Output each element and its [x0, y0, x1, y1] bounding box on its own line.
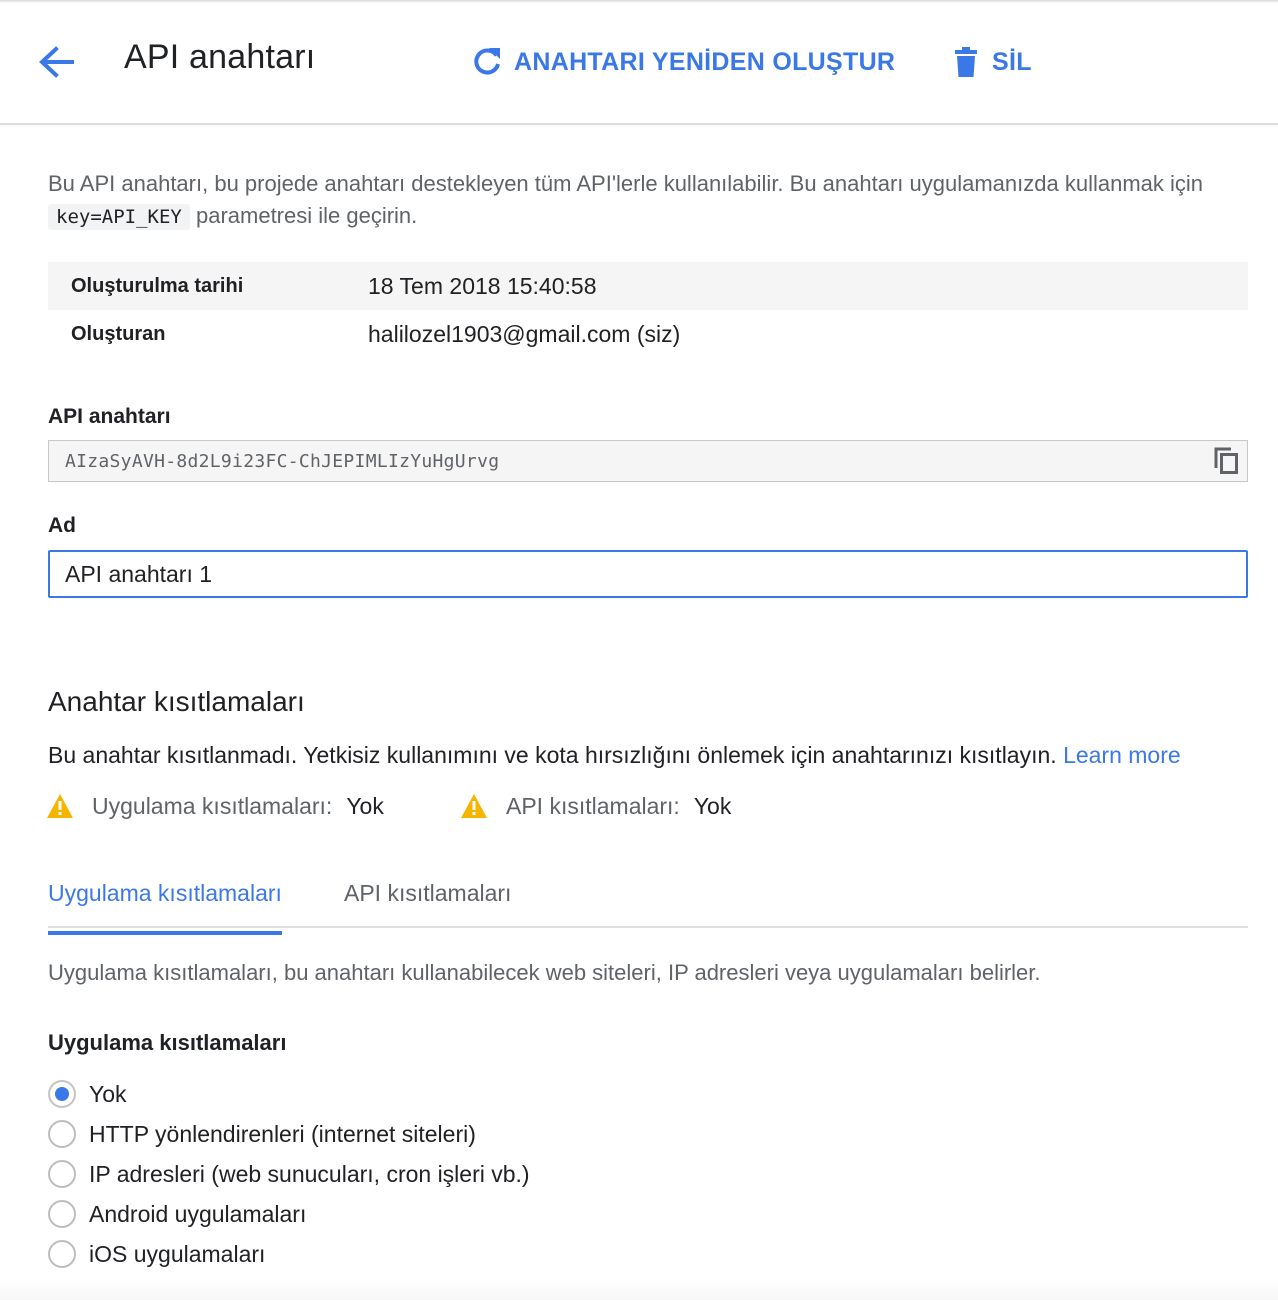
radio-button[interactable]	[48, 1120, 76, 1148]
created-label: Oluşturulma tarihi	[71, 274, 244, 297]
restriction-tabs: Uygulama kısıtlamaları API kısıtlamaları	[48, 862, 1248, 935]
radio-button[interactable]	[48, 1240, 76, 1268]
intro-text: Bu API anahtarı, bu projede anahtarı des…	[48, 168, 1238, 233]
app-restriction-status: Uygulama kısıtlamaları: Yok	[46, 790, 384, 822]
radio-label: IP adresleri (web sunucuları, cron işler…	[89, 1160, 530, 1187]
api-restriction-status: API kısıtlamaları: Yok	[460, 790, 731, 822]
refresh-icon	[474, 48, 500, 75]
intro-text-after: parametresi ile geçirin.	[195, 203, 418, 228]
back-button[interactable]	[34, 42, 78, 82]
app-restriction-value: Yok	[346, 792, 384, 819]
app-restrictions-group-title: Uygulama kısıtlamaları	[48, 1030, 287, 1055]
restrictions-title: Anahtar kısıtlamaları	[48, 686, 305, 717]
radio-label: Yok	[89, 1080, 127, 1107]
restrictions-note-text: Bu anahtar kısıtlanmadı. Yetkisiz kullan…	[48, 742, 1057, 768]
radio-option-android-apps[interactable]: Android uygulamaları	[48, 1194, 530, 1234]
api-restriction-label: API kısıtlamaları:	[506, 792, 680, 819]
trash-icon	[955, 47, 977, 77]
api-key-label: API anahtarı	[48, 405, 171, 428]
warning-icon	[461, 794, 487, 818]
copy-icon	[1214, 447, 1238, 474]
intro-code: key=API_KEY	[48, 204, 190, 230]
radio-option-ip-addresses[interactable]: IP adresleri (web sunucuları, cron işler…	[48, 1154, 530, 1194]
page-title: API anahtarı	[124, 38, 316, 76]
learn-more-link[interactable]: Learn more	[1063, 742, 1181, 768]
restrictions-note: Bu anahtar kısıtlanmadı. Yetkisiz kullan…	[48, 742, 1181, 769]
radio-option-ios-apps[interactable]: iOS uygulamaları	[48, 1234, 530, 1274]
radio-label: Android uygulamaları	[89, 1200, 307, 1227]
app-restrictions-description: Uygulama kısıtlamaları, bu anahtarı kull…	[48, 960, 1041, 985]
creator-row: Oluşturan halilozel1903@gmail.com (siz)	[48, 310, 1248, 358]
app-restrictions-radio-group: Yok HTTP yönlendirenleri (internet sitel…	[48, 1074, 530, 1274]
creator-value: halilozel1903@gmail.com (siz)	[368, 320, 681, 347]
key-metadata-table: Oluşturulma tarihi 18 Tem 2018 15:40:58 …	[48, 262, 1248, 358]
radio-option-none[interactable]: Yok	[48, 1074, 530, 1114]
created-row: Oluşturulma tarihi 18 Tem 2018 15:40:58	[48, 262, 1248, 310]
created-value: 18 Tem 2018 15:40:58	[368, 272, 597, 299]
radio-button[interactable]	[48, 1200, 76, 1228]
top-bar: API anahtarı ANAHTARI YENİDEN OLUŞTUR Sİ…	[0, 0, 1278, 125]
name-input[interactable]	[48, 550, 1248, 598]
radio-option-http-referrers[interactable]: HTTP yönlendirenleri (internet siteleri)	[48, 1114, 530, 1154]
warning-icon	[47, 794, 73, 818]
radio-label: HTTP yönlendirenleri (internet siteleri)	[89, 1120, 476, 1147]
tab-api-restrictions[interactable]: API kısıtlamaları	[344, 880, 511, 933]
tab-application-restrictions[interactable]: Uygulama kısıtlamaları	[48, 880, 282, 935]
radio-button-checked[interactable]	[48, 1080, 76, 1108]
api-key-value[interactable]: AIzaSyAVH-8d2L9i23FC-ChJEPIMLIzYuHgUrvg	[49, 451, 1207, 472]
regenerate-key-label: ANAHTARI YENİDEN OLUŞTUR	[514, 47, 896, 76]
creator-label: Oluşturan	[71, 322, 166, 345]
delete-label: SİL	[992, 47, 1032, 76]
api-restriction-value: Yok	[693, 792, 732, 819]
api-key-field: AIzaSyAVH-8d2L9i23FC-ChJEPIMLIzYuHgUrvg	[48, 440, 1248, 482]
copy-button[interactable]	[1207, 441, 1247, 481]
app-restriction-label: Uygulama kısıtlamaları:	[92, 792, 333, 819]
radio-label: iOS uygulamaları	[89, 1240, 266, 1267]
intro-text-before: Bu API anahtarı, bu projede anahtarı des…	[48, 171, 1203, 196]
name-label: Ad	[48, 514, 76, 537]
regenerate-key-button[interactable]: ANAHTARI YENİDEN OLUŞTUR	[470, 42, 895, 82]
radio-button[interactable]	[48, 1160, 76, 1188]
arrow-back-icon	[39, 46, 74, 78]
delete-button[interactable]: SİL	[952, 42, 1032, 82]
bottom-fade	[0, 1278, 1278, 1300]
